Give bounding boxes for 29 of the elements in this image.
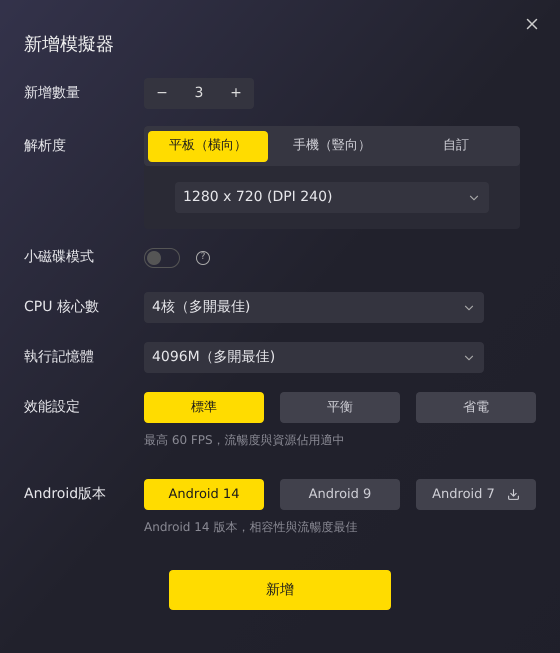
hint-text: 最高 60 FPS，流暢度與資源佔用適中 bbox=[144, 432, 346, 449]
increment-button[interactable]: + bbox=[226, 83, 246, 104]
option-button[interactable]: 平衡 bbox=[280, 392, 400, 423]
field-label: 執行記憶體 bbox=[24, 348, 95, 367]
download-icon bbox=[506, 488, 520, 501]
hint-text: Android 14 版本，相容性與流暢度最佳 bbox=[144, 519, 358, 536]
option-button[interactable]: 省電 bbox=[416, 392, 536, 423]
dropdown[interactable]: 4核（多開最佳) bbox=[144, 292, 484, 323]
option-button[interactable]: Android 9 bbox=[280, 479, 400, 510]
dialog-title: 新增模擬器 bbox=[24, 33, 115, 57]
option-button[interactable]: Android 14 bbox=[144, 479, 264, 510]
option-button[interactable]: Android 7 bbox=[416, 479, 536, 510]
dropdown[interactable]: 1280 x 720 (DPI 240) bbox=[175, 182, 489, 213]
field-label: 小磁碟模式 bbox=[24, 248, 95, 267]
resolution-tab[interactable]: 自訂 bbox=[396, 130, 516, 162]
help-icon[interactable]: ? bbox=[196, 250, 210, 264]
field-label: 解析度 bbox=[24, 137, 67, 156]
field-label: 效能設定 bbox=[24, 398, 81, 417]
field-label: Android版本 bbox=[24, 485, 108, 504]
field-label: 新增數量 bbox=[24, 84, 81, 103]
resolution-tab[interactable]: 平板（橫向） bbox=[148, 130, 268, 162]
field-label: CPU 核心數 bbox=[24, 298, 100, 317]
resolution-tab[interactable]: 手機（豎向） bbox=[272, 130, 392, 162]
add-button[interactable]: 新增 bbox=[169, 570, 391, 610]
option-button[interactable]: 標準 bbox=[144, 392, 264, 423]
decrement-button[interactable]: − bbox=[152, 83, 172, 104]
toggle-switch[interactable] bbox=[144, 248, 180, 268]
quantity-value: 3 bbox=[194, 84, 204, 103]
dropdown[interactable]: 4096M（多開最佳) bbox=[144, 342, 484, 373]
